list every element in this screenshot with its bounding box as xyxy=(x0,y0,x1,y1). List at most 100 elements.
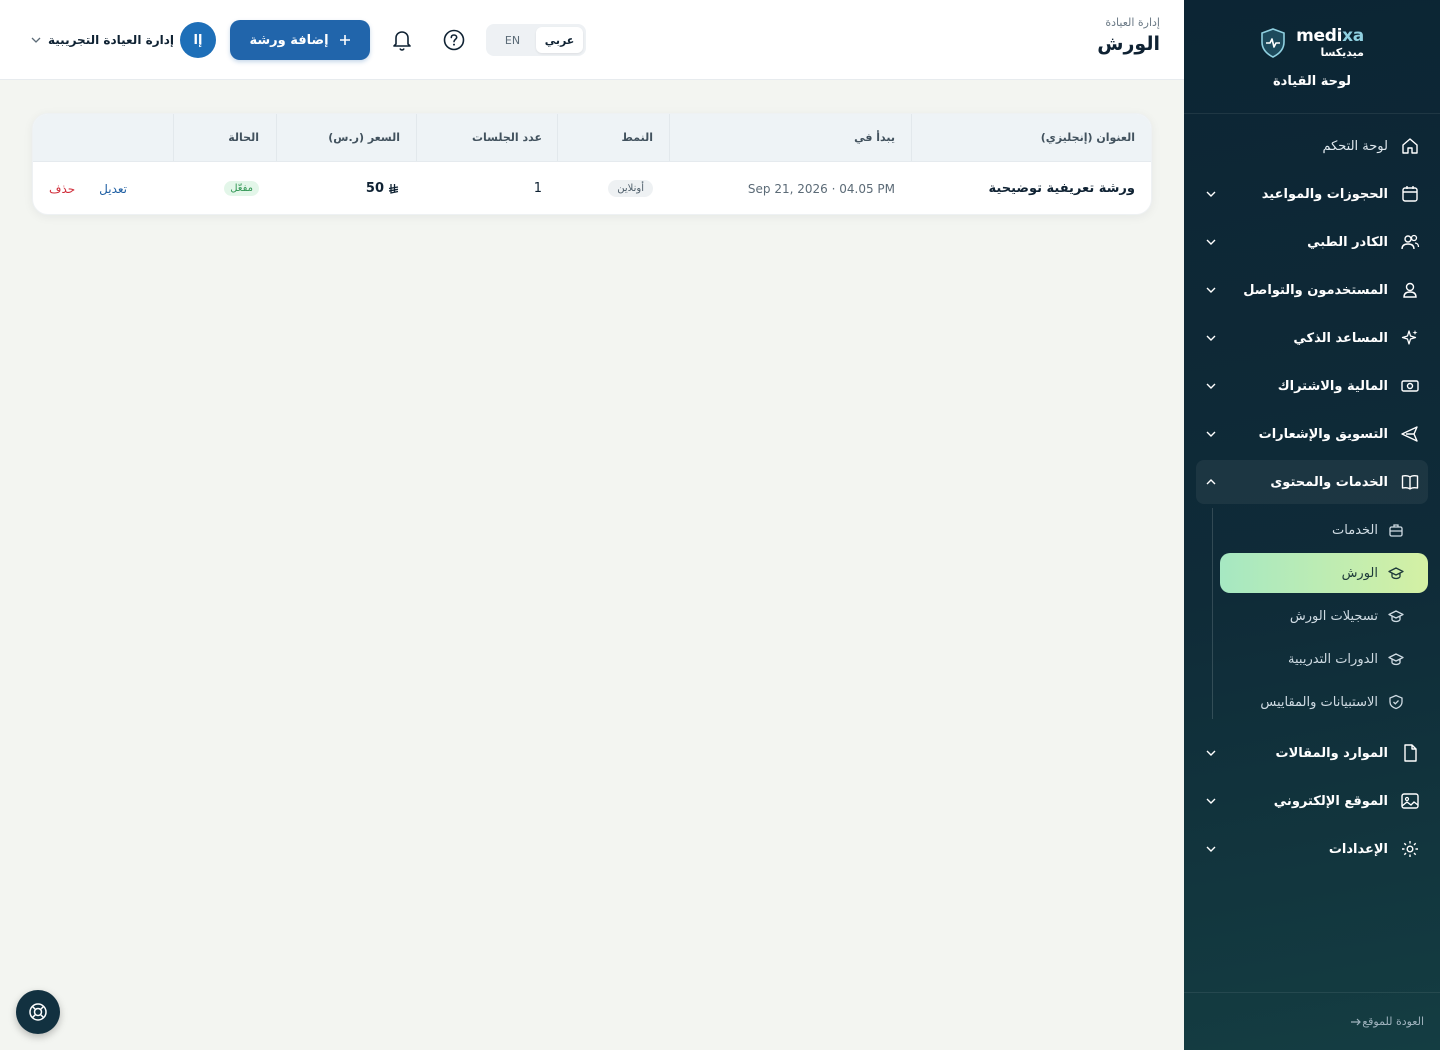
sparkles-icon xyxy=(1401,330,1418,345)
chevron-down-icon xyxy=(1206,431,1216,437)
sidebar-subitem-label: تسجيلات الورش xyxy=(1289,608,1378,624)
briefcase-icon xyxy=(1389,524,1403,537)
sidebar-item-finance[interactable]: المالية والاشتراك xyxy=(1196,364,1428,408)
sidebar-item-label: الإعدادات xyxy=(1328,841,1388,857)
graduation-cap-icon xyxy=(1388,567,1404,580)
column-header-price: السعر (ر.س) xyxy=(328,131,400,144)
sidebar-item-label: الموارد والمقالات xyxy=(1275,745,1388,761)
lifebuoy-icon xyxy=(29,1003,47,1021)
sidebar-subitem-surveys[interactable]: الاستبيانات والمقاييس xyxy=(1220,682,1428,722)
brand-logo[interactable]: medixa ميديكسا xyxy=(1260,28,1364,58)
users-icon xyxy=(1401,234,1420,250)
chevron-down-icon xyxy=(1206,191,1216,197)
mode-chip: أونلاين xyxy=(608,180,653,197)
help-button[interactable] xyxy=(440,26,468,54)
sidebar-item-label: الخدمات والمحتوى xyxy=(1270,474,1388,490)
sidebar-item-label: الحجوزات والمواعيد xyxy=(1261,186,1388,202)
chevron-down-icon xyxy=(31,37,41,43)
brand-name-en: medixa xyxy=(1296,26,1364,46)
sidebar-item-label: الموقع الإلكتروني xyxy=(1273,793,1388,809)
sidebar-subitem-workshop-registrations[interactable]: تسجيلات الورش xyxy=(1220,596,1428,636)
sidebar-subitem-label: الخدمات xyxy=(1332,522,1378,538)
support-fab[interactable] xyxy=(16,990,60,1034)
sidebar-item-label: لوحة التحكم xyxy=(1322,138,1388,154)
help-icon xyxy=(443,29,465,51)
chevron-down-icon xyxy=(1206,287,1216,293)
plus-icon xyxy=(339,35,350,45)
sidebar-item-marketing[interactable]: التسويق والإشعارات xyxy=(1196,412,1428,456)
brand-subtitle: لوحة القيادة xyxy=(1272,74,1352,89)
sidebar-item-settings[interactable]: الإعدادات xyxy=(1196,827,1428,871)
language-toggle: EN عربي xyxy=(486,24,586,56)
riyal-symbol-icon xyxy=(388,183,399,194)
status-badge: مفعّل xyxy=(224,181,259,196)
page-title: الورش xyxy=(1097,33,1160,55)
sidebar-subitem-workshops[interactable]: الورش xyxy=(1220,553,1428,593)
table-row: ورشة تعريفية توضيحية Sep 21, 2026 · 04.0… xyxy=(33,161,1151,214)
sidebar-item-resources[interactable]: الموارد والمقالات xyxy=(1196,731,1428,775)
avatar: إا xyxy=(179,22,216,58)
price-amount: 50 xyxy=(365,181,384,196)
chevron-down-icon xyxy=(1206,798,1216,804)
image-icon xyxy=(1401,793,1419,809)
column-header-status: الحالة xyxy=(228,131,259,144)
notifications-button[interactable] xyxy=(388,26,416,54)
brand-name-ar: ميديكسا xyxy=(1320,46,1364,59)
column-header-starts: يبدأ في xyxy=(854,131,895,144)
bell-icon xyxy=(393,31,411,51)
column-header-sessions: عدد الجلسات xyxy=(471,131,542,144)
chevron-down-icon xyxy=(1206,846,1216,852)
user-icon xyxy=(1403,282,1417,298)
add-workshop-label: إضافة ورشة xyxy=(249,32,329,48)
edit-button[interactable]: تعديل xyxy=(99,182,127,196)
breadcrumb[interactable]: إدارة العيادة xyxy=(1097,16,1160,29)
add-workshop-button[interactable]: إضافة ورشة xyxy=(230,20,370,60)
lang-en-button[interactable]: EN xyxy=(489,27,536,53)
sidebar-item-users[interactable]: المستخدمون والتواصل xyxy=(1196,268,1428,312)
sidebar: medixa ميديكسا لوحة القيادة لوحة التحكم … xyxy=(1184,0,1440,1050)
shield-check-icon xyxy=(1389,694,1403,710)
user-menu[interactable]: إدارة العيادة التجريبية إا xyxy=(30,22,216,58)
column-header-mode: النمط xyxy=(621,131,653,144)
workshops-table: العنوان (إنجليزي) يبدأ في النمط عدد الجل… xyxy=(32,113,1152,215)
sidebar-item-bookings[interactable]: الحجوزات والمواعيد xyxy=(1196,172,1428,216)
back-to-site-link[interactable]: العودة للموقع xyxy=(1184,992,1440,1050)
sidebar-item-label: المستخدمون والتواصل xyxy=(1243,282,1388,298)
brand: medixa ميديكسا لوحة القيادة xyxy=(1184,0,1440,114)
gear-icon xyxy=(1402,841,1418,857)
calendar-icon xyxy=(1402,186,1418,202)
back-to-site-label: العودة للموقع xyxy=(1362,1015,1424,1028)
sidebar-item-services-content[interactable]: الخدمات والمحتوى xyxy=(1196,460,1428,504)
table-header: العنوان (إنجليزي) يبدأ في النمط عدد الجل… xyxy=(33,114,1151,161)
chevron-down-icon xyxy=(1206,335,1216,341)
book-icon xyxy=(1401,475,1419,490)
sidebar-item-ai-assistant[interactable]: المساعد الذكي xyxy=(1196,316,1428,360)
send-icon xyxy=(1401,426,1418,442)
graduation-cap-icon xyxy=(1388,653,1404,666)
sidebar-nav: لوحة التحكم الحجوزات والمواعيد الكادر ال… xyxy=(1184,114,1440,871)
chevron-up-icon xyxy=(1206,479,1216,485)
top-header: إدارة العيادة الورش EN عربي إضافة ورشة إ… xyxy=(0,0,1184,80)
page-heading: إدارة العيادة الورش xyxy=(1097,16,1160,55)
arrow-right-icon xyxy=(1351,1018,1362,1025)
sidebar-subitem-services[interactable]: الخدمات xyxy=(1220,510,1428,550)
file-icon xyxy=(1404,744,1417,762)
workshop-start-date: Sep 21, 2026 · 04.05 PM xyxy=(747,181,895,196)
column-header-title: العنوان (إنجليزي) xyxy=(1040,131,1135,144)
sidebar-subitem-label: الورش xyxy=(1341,565,1378,581)
workshop-title: ورشة تعريفية توضيحية xyxy=(988,181,1135,196)
money-icon xyxy=(1401,380,1419,392)
price-value: 50 xyxy=(366,181,400,196)
sidebar-subitem-training-courses[interactable]: الدورات التدريبية xyxy=(1220,639,1428,679)
chevron-down-icon xyxy=(1206,239,1216,245)
sidebar-item-website[interactable]: الموقع الإلكتروني xyxy=(1196,779,1428,823)
chevron-down-icon xyxy=(1206,750,1216,756)
sidebar-item-label: الكادر الطبي xyxy=(1307,234,1388,250)
sidebar-item-label: التسويق والإشعارات xyxy=(1258,426,1388,442)
delete-button[interactable]: حذف xyxy=(49,182,75,196)
lang-ar-button[interactable]: عربي xyxy=(536,27,583,53)
sidebar-item-label: المساعد الذكي xyxy=(1293,330,1388,346)
sidebar-item-dashboard[interactable]: لوحة التحكم xyxy=(1196,124,1428,168)
sidebar-item-medical-staff[interactable]: الكادر الطبي xyxy=(1196,220,1428,264)
submenu-divider xyxy=(1212,508,1213,719)
